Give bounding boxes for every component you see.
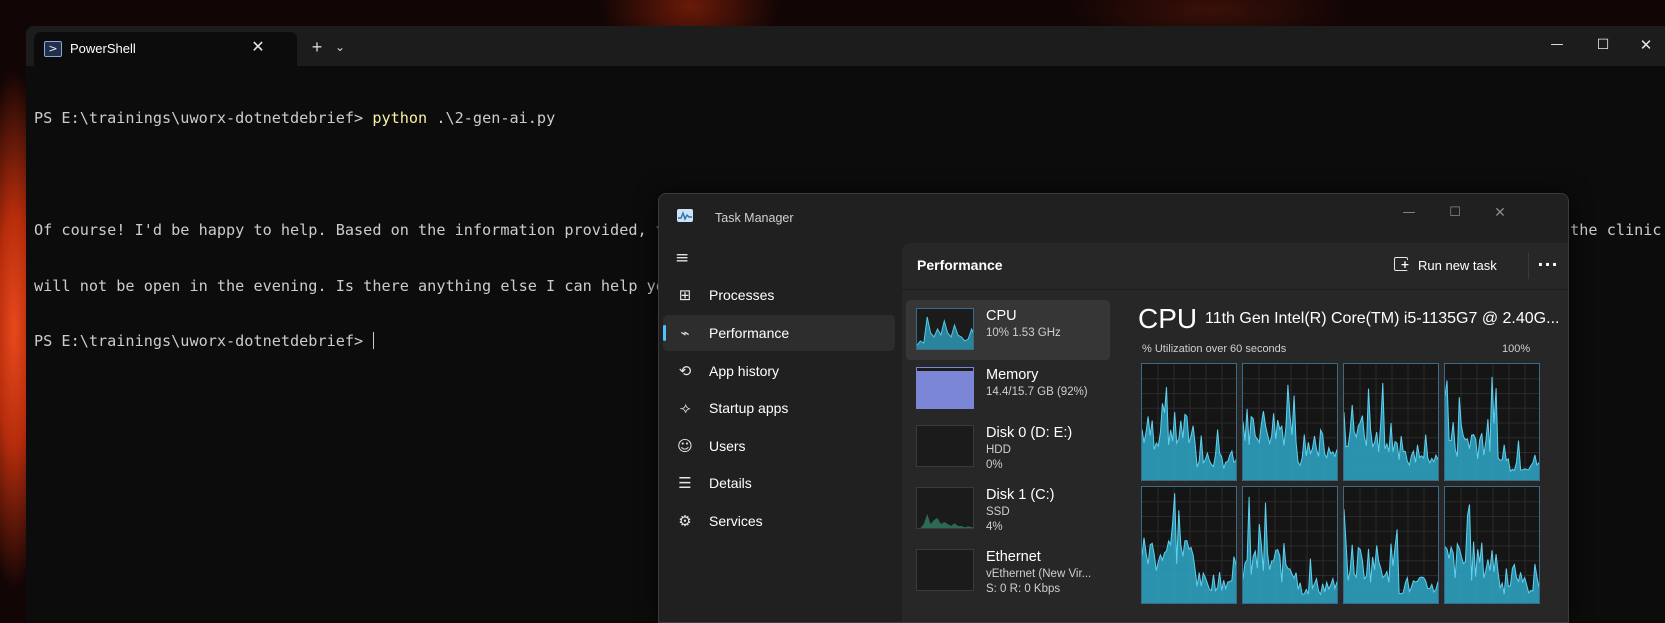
resource-detail: 10% 1.53 GHz [986,327,1061,339]
tab-powershell[interactable]: > PowerShell ✕ [34,32,297,66]
cpu-model: 11th Gen Intel(R) Core(TM) i5-1135G7 @ 2… [1205,310,1560,327]
minimize-button[interactable]: — [1542,32,1572,58]
resource-detail: vEthernet (New Vir... [986,568,1092,580]
cpu-core-graph [1141,363,1237,481]
utilization-max: 100% [1502,343,1531,355]
cpu-core-graph [1343,363,1439,481]
performance-pane: Performance + Run new task ··· CPU 10% 1.… [902,243,1568,622]
sidebar-item-app-history[interactable]: ⟲ App history [663,353,895,389]
sidebar-item-processes[interactable]: ⊞ Processes [663,277,895,313]
toolbar-divider [1528,253,1529,279]
terminal-titlebar: > PowerShell ✕ + ⌄ — ☐ ✕ [26,26,1665,66]
resource-detail: 14.4/15.7 GB (92%) [986,386,1088,398]
resource-name: Disk 0 (D: E:) [986,425,1073,441]
startup-apps-icon: ⟢ [679,399,691,417]
page-title: Performance [917,257,1003,273]
resource-cpu[interactable]: CPU 10% 1.53 GHz [906,300,1110,360]
close-tab-icon[interactable]: ✕ [248,38,268,58]
sidebar-item-label: Details [709,475,752,491]
resource-name: Ethernet [986,549,1041,565]
resource-thumbnail-graph [916,308,974,350]
task-manager-window: Task Manager — ☐ ✕ ≡ ⊞ Processes ⌁ Performa… [658,193,1569,623]
sidebar-item-label: Startup apps [709,400,789,416]
more-options-icon[interactable]: ··· [1536,253,1560,279]
command-name: python [372,109,428,128]
resource-detail-secondary: 4% [986,521,1003,533]
powershell-icon: > [44,41,62,57]
command-args: .\2-gen-ai.py [427,109,556,128]
cpu-core-graph [1242,486,1338,604]
resource-detail: SSD [986,506,1010,518]
window-title: Task Manager [715,211,794,225]
close-button[interactable]: ✕ [1631,32,1661,58]
minimize-button[interactable]: — [1392,200,1426,226]
resource-detail-secondary: S: 0 R: 0 Kbps [986,583,1061,595]
new-tab-button[interactable]: + [306,36,328,58]
sidebar-item-label: Services [709,513,763,529]
resource-ethernet[interactable]: Ethernet vEthernet (New Vir... S: 0 R: 0 K… [906,541,1110,601]
sidebar-item-details[interactable]: ☰ Details [663,465,895,501]
resource-thumbnail-graph [916,487,974,529]
sidebar-item-label: Processes [709,287,775,303]
prompt: PS E:\trainings\uworx-dotnetdebrief> [34,332,373,351]
resource-disk-1[interactable]: Disk 1 (C:) SSD 4% [906,479,1110,539]
cpu-core-graph [1141,486,1237,604]
command-line: PS E:\trainings\uworx-dotnetdebrief> pyt… [34,109,1655,128]
sidebar-item-users[interactable]: ☺ Users [663,428,895,464]
cpu-core-graph [1343,486,1439,604]
maximize-button[interactable]: ☐ [1588,32,1618,58]
resource-name: Memory [986,367,1039,383]
close-button[interactable]: ✕ [1483,200,1517,226]
sidebar-item-startup-apps[interactable]: ⟢ Startup apps [663,390,895,426]
resource-name: Disk 1 (C:) [986,487,1055,503]
task-manager-icon [677,209,693,222]
resource-memory[interactable]: Memory 14.4/15.7 GB (92%) [906,359,1110,419]
header-divider [902,289,1568,290]
prompt: PS E:\trainings\uworx-dotnetdebrief> [34,109,373,128]
resource-detail: HDD [986,444,1011,456]
resource-disk-0[interactable]: Disk 0 (D: E:) HDD 0% [906,417,1110,477]
plus-icon: + [1400,258,1410,271]
sidebar-item-performance[interactable]: ⌁ Performance [663,315,895,351]
chevron-down-icon[interactable]: ⌄ [332,38,348,56]
resource-thumbnail-graph [916,549,974,591]
run-new-task-button[interactable]: + Run new task [1394,253,1502,279]
sidebar-item-label: Performance [709,325,790,341]
resource-name: CPU [986,308,1017,324]
resource-thumbnail-graph [916,367,974,409]
details-icon: ☰ [678,474,692,492]
hamburger-menu-icon[interactable]: ≡ [675,250,693,267]
sidebar-item-services[interactable]: ⚙ Services [663,503,895,539]
tab-title: PowerShell [70,41,136,56]
active-indicator [663,325,666,341]
sidebar-item-label: Users [709,438,746,454]
cpu-core-graph [1444,363,1540,481]
utilization-label: % Utilization over 60 seconds [1142,343,1287,355]
app-history-icon: ⟲ [678,362,692,380]
maximize-button[interactable]: ☐ [1438,200,1472,226]
services-icon: ⚙ [678,512,692,530]
sidebar-item-label: App history [709,363,780,379]
cpu-core-graph [1444,486,1540,604]
processes-icon: ⊞ [678,286,692,304]
resource-detail-secondary: 0% [986,459,1003,471]
resource-thumbnail-graph [916,425,974,467]
text-cursor [373,332,375,350]
users-icon: ☺ [677,437,693,455]
cpu-core-graph [1242,363,1338,481]
task-manager-titlebar: Task Manager — ☐ ✕ [659,194,1568,240]
cpu-heading: CPU [1138,303,1198,334]
run-new-task-label: Run new task [1418,258,1497,273]
performance-icon: ⌁ [680,324,690,342]
